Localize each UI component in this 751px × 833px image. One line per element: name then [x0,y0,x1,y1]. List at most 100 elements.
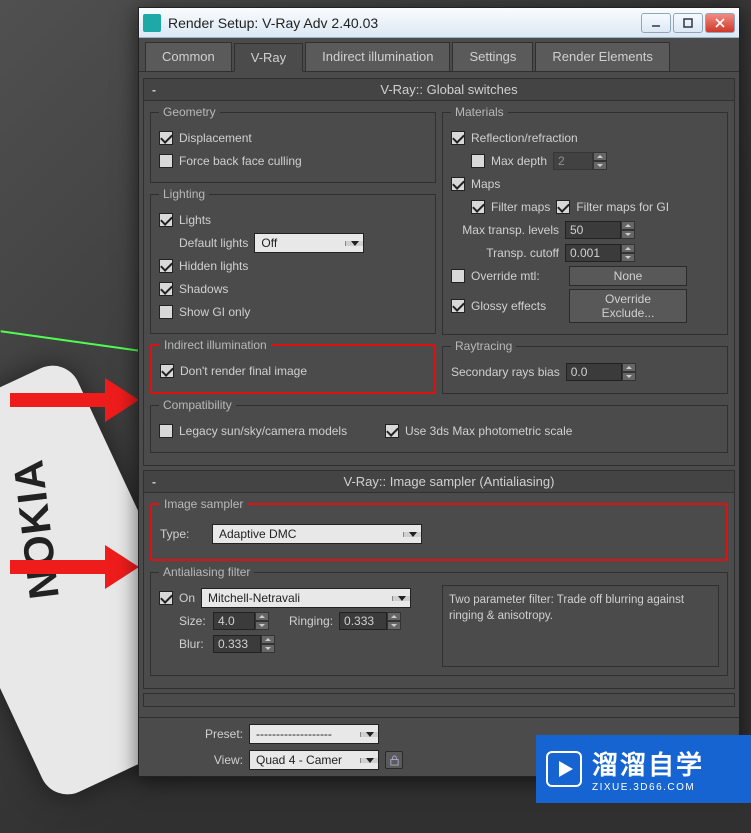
chk-maxdepth[interactable] [471,154,485,168]
spinner-blur[interactable] [213,635,275,653]
lbl-glossy[interactable]: Glossy effects [471,299,563,313]
legend-raytracing: Raytracing [451,339,516,353]
tabbar: Common V-Ray Indirect illumination Setti… [139,38,739,71]
chevron-down-icon [345,241,363,246]
lbl-hidden-lights[interactable]: Hidden lights [179,259,248,273]
chk-photometric[interactable] [385,424,399,438]
select-preset[interactable]: ------------------- [249,724,379,744]
lbl-maps[interactable]: Maps [471,177,500,191]
rollout-global-switches: - V-Ray:: Global switches Geometry Displ… [143,78,735,466]
chk-legacy[interactable] [159,424,173,438]
app-icon [143,14,161,32]
lbl-maxdepth[interactable]: Max depth [491,154,547,168]
annotation-arrow-2 [10,545,140,589]
lbl-override-mtl[interactable]: Override mtl: [471,269,563,283]
legend-sampler: Image sampler [160,497,247,511]
rollout-header[interactable]: - V-Ray:: Global switches [144,79,734,101]
legend-materials: Materials [451,105,508,119]
select-default-lights[interactable]: Off [254,233,364,253]
group-raytracing: Raytracing Secondary rays bias [442,339,728,394]
select-sampler-type[interactable]: Adaptive DMC [212,524,422,544]
select-view[interactable]: Quad 4 - Camer [249,750,379,770]
tab-vray[interactable]: V-Ray [234,43,303,72]
chk-filter-maps-gi[interactable] [556,200,570,214]
chk-filter-maps[interactable] [471,200,485,214]
collapse-icon[interactable]: - [152,83,164,97]
lbl-dont-render[interactable]: Don't render final image [180,364,307,378]
tab-settings[interactable]: Settings [452,42,533,71]
chk-dont-render[interactable] [160,364,174,378]
lbl-blur: Blur: [179,637,207,651]
lbl-displacement[interactable]: Displacement [179,131,252,145]
aa-description: Two parameter filter: Trade off blurring… [442,585,719,667]
spinner-size[interactable] [213,612,269,630]
lbl-filter-maps[interactable]: Filter maps [491,200,550,214]
chevron-down-icon [403,532,421,537]
maximize-button[interactable] [673,13,703,33]
chk-show-gi[interactable] [159,305,173,319]
lbl-photometric[interactable]: Use 3ds Max photometric scale [405,424,572,438]
lbl-aa-on[interactable]: On [179,591,195,605]
play-icon [536,750,592,788]
lbl-max-transp: Max transp. levels [451,223,559,237]
chk-hidden-lights[interactable] [159,259,173,273]
legend-indirect: Indirect illumination [160,338,271,352]
rollout-header-2[interactable]: - V-Ray:: Image sampler (Antialiasing) [144,471,734,493]
group-geometry: Geometry Displacement Force back face cu… [150,105,436,183]
group-lighting: Lighting Lights Default lights Off Hidde… [150,187,436,334]
btn-override-exclude[interactable]: Override Exclude... [569,289,687,323]
rollout-title: V-Ray:: Global switches [172,82,726,97]
lbl-ringing: Ringing: [289,614,333,628]
chk-refl[interactable] [451,131,465,145]
lbl-shadows[interactable]: Shadows [179,282,228,296]
lbl-transp-cutoff: Transp. cutoff [451,246,559,260]
titlebar[interactable]: Render Setup: V-Ray Adv 2.40.03 [139,8,739,38]
spinner-maxdepth[interactable] [553,152,607,170]
rollout-image-sampler: - V-Ray:: Image sampler (Antialiasing) I… [143,470,735,689]
annotation-arrow-1 [10,378,140,422]
watermark-badge: 溜溜自学 ZIXUE.3D66.COM [536,735,751,803]
lbl-show-gi[interactable]: Show GI only [179,305,250,319]
spinner-secondary-bias[interactable] [566,363,636,381]
collapse-icon[interactable]: - [152,475,164,489]
lbl-type: Type: [160,527,206,541]
lock-view-icon[interactable] [385,751,403,769]
tab-render-elements[interactable]: Render Elements [535,42,669,71]
rollout-title-2: V-Ray:: Image sampler (Antialiasing) [172,474,726,489]
lbl-secondary-bias: Secondary rays bias [451,365,560,379]
spinner-transp-cutoff[interactable] [565,244,635,262]
chk-glossy[interactable] [451,299,465,313]
tab-indirect[interactable]: Indirect illumination [305,42,450,71]
spinner-ringing[interactable] [339,612,401,630]
lbl-force-bfc[interactable]: Force back face culling [179,154,302,168]
lbl-filter-maps-gi[interactable]: Filter maps for GI [576,200,669,214]
chk-shadows[interactable] [159,282,173,296]
minimize-button[interactable] [641,13,671,33]
rollout-next[interactable] [143,693,735,707]
lbl-default-lights: Default lights [179,236,248,250]
chk-force-bfc[interactable] [159,154,173,168]
close-button[interactable] [705,13,735,33]
spinner-max-transp[interactable] [565,221,635,239]
legend-aa: Antialiasing filter [159,565,254,579]
lbl-preset: Preset: [149,727,243,741]
btn-override-none[interactable]: None [569,266,687,286]
group-indirect-illumination: Indirect illumination Don't render final… [150,338,436,394]
group-image-sampler: Image sampler Type: Adaptive DMC [150,497,728,561]
chevron-down-icon [360,758,378,763]
tab-common[interactable]: Common [145,42,232,71]
lbl-lights[interactable]: Lights [179,213,211,227]
chk-lights[interactable] [159,213,173,227]
chevron-down-icon [392,596,410,601]
select-aa-filter[interactable]: Mitchell-Netravali [201,588,411,608]
chk-aa-on[interactable] [159,591,173,605]
watermark-url: ZIXUE.3D66.COM [592,782,704,793]
chk-displacement[interactable] [159,131,173,145]
chk-maps[interactable] [451,177,465,191]
legend-geometry: Geometry [159,105,220,119]
lbl-refl[interactable]: Reflection/refraction [471,131,578,145]
legend-compat: Compatibility [159,398,236,412]
background-axis-line [1,330,140,351]
chk-override-mtl[interactable] [451,269,465,283]
lbl-legacy[interactable]: Legacy sun/sky/camera models [179,424,379,438]
